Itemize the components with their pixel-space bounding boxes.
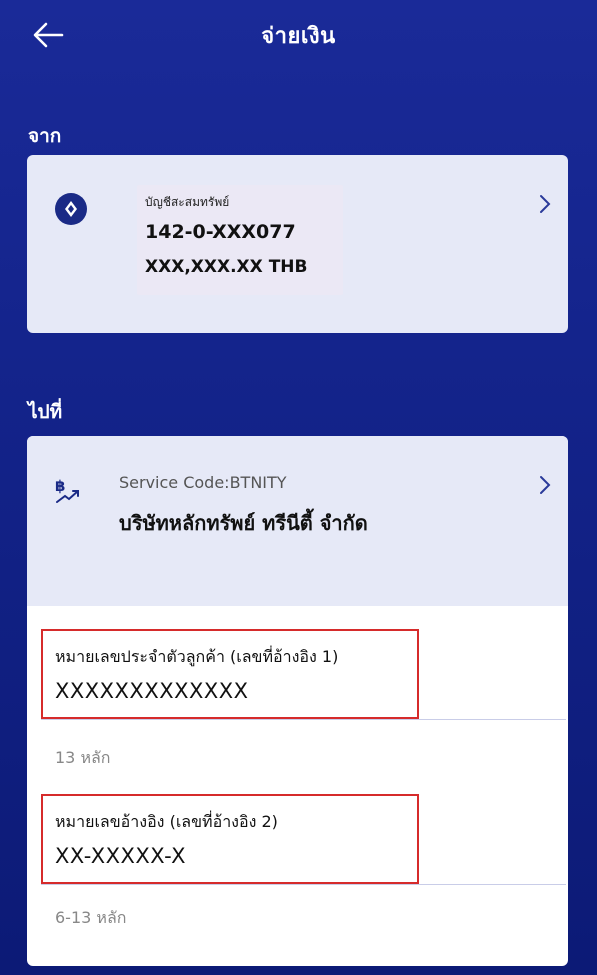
biller-name: บริษัทหลักทรัพย์ ทรีนีตี้ จำกัด [119, 511, 368, 535]
biller-info[interactable]: ฿ Service Code:BTNITY บริษัทหลักทรัพย์ ท… [27, 436, 568, 606]
highlight-box [41, 629, 419, 719]
chevron-right-icon[interactable] [536, 472, 554, 498]
field-underline [41, 719, 566, 720]
reference-2-label: หมายเลขอ้างอิง (เลขที่อ้างอิง 2) [55, 812, 278, 831]
reference-2-helper: 6-13 หลัก [55, 908, 127, 927]
from-account-card[interactable]: บัญชีสะสมทรัพย์ 142-0-XXX077 XXX,XXX.XX … [27, 155, 568, 333]
app-header: จ่ายเงิน [0, 0, 597, 80]
to-section-label: ไปที่ [28, 401, 63, 423]
bank-logo-icon [55, 193, 87, 225]
account-info: บัญชีสะสมทรัพย์ 142-0-XXX077 XXX,XXX.XX … [137, 185, 343, 295]
page-title: จ่ายเงิน [261, 24, 336, 49]
svg-text:฿: ฿ [55, 477, 65, 495]
reference-1-label: หมายเลขประจำตัวลูกค้า (เลขที่อ้างอิง 1) [55, 647, 339, 666]
service-code: Service Code:BTNITY [119, 473, 287, 492]
chevron-right-icon[interactable] [536, 191, 554, 217]
account-number: 142-0-XXX077 [145, 221, 296, 243]
to-biller-card: ฿ Service Code:BTNITY บริษัทหลักทรัพย์ ท… [27, 436, 568, 966]
reference-2-input[interactable]: XX-XXXXX-X [55, 844, 395, 868]
field-underline [41, 884, 566, 885]
baht-transfer-icon: ฿ [55, 477, 79, 503]
from-section-label: จาก [28, 125, 62, 147]
highlight-box [41, 794, 419, 884]
account-balance: XXX,XXX.XX THB [145, 257, 308, 277]
reference-1-helper: 13 หลัก [55, 748, 111, 767]
reference-1-input[interactable]: XXXXXXXXXXXXX [55, 679, 395, 703]
account-type: บัญชีสะสมทรัพย์ [145, 195, 230, 209]
